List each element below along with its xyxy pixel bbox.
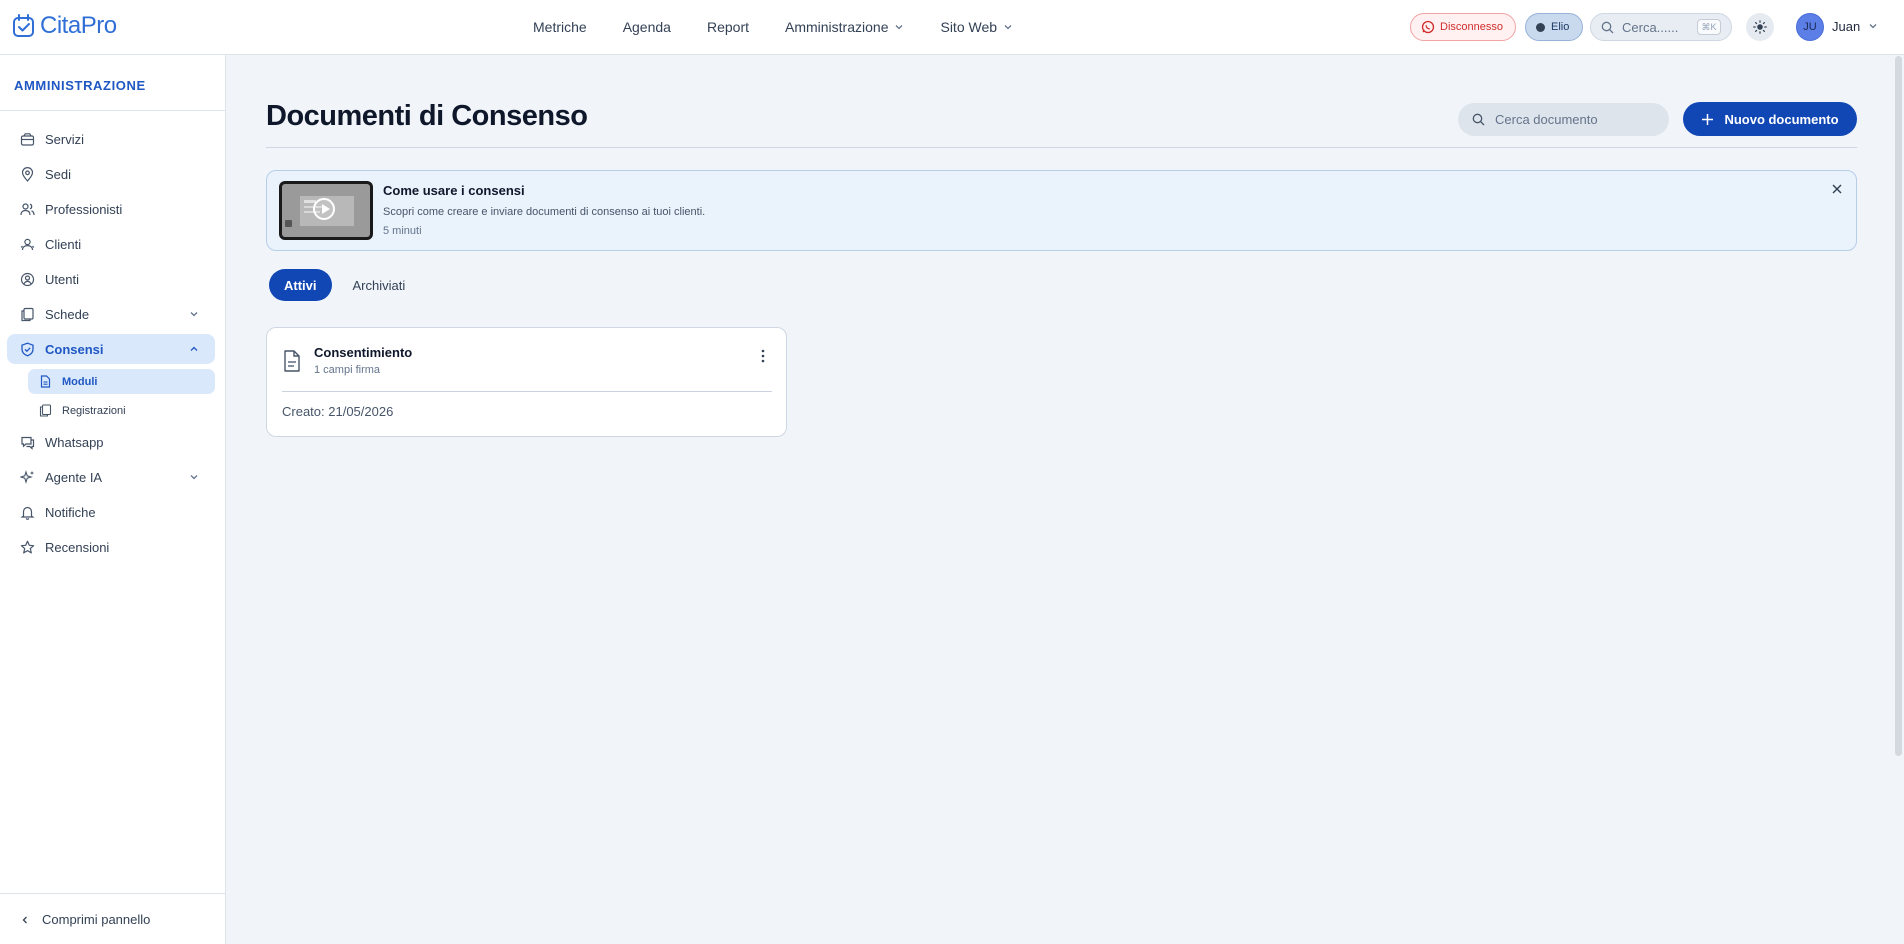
sidebar-subitem-moduli[interactable]: Moduli — [28, 369, 215, 394]
document-icon — [40, 375, 51, 388]
sidebar-item-schede[interactable]: Schede — [7, 299, 215, 329]
chat-icon — [21, 436, 35, 450]
search-icon — [1472, 113, 1485, 126]
document-signature-count: 1 campi firma — [314, 364, 381, 376]
banner-description: Scopri come creare e inviare documenti d… — [383, 206, 706, 218]
sidebar-item-notifiche[interactable]: Notifiche — [7, 497, 215, 527]
search-shortcut: ⌘K — [1697, 19, 1721, 35]
video-thumbnail[interactable] — [279, 181, 373, 240]
new-document-button[interactable]: Nuovo documento — [1683, 102, 1857, 136]
document-title: Consentimiento — [314, 345, 413, 360]
nav-amministrazione[interactable]: Amministrazione — [785, 19, 904, 35]
clients-icon — [20, 238, 35, 250]
nav-report[interactable]: Report — [707, 19, 749, 35]
chevron-down-icon — [190, 312, 198, 317]
banner-duration: 5 minuti — [383, 225, 422, 237]
divider — [0, 893, 225, 894]
map-pin-icon — [21, 166, 34, 182]
sidebar: AMMINISTRAZIONE Servizi Sedi Professioni… — [0, 55, 226, 944]
sidebar-item-servizi[interactable]: Servizi — [7, 124, 215, 154]
plus-icon — [1702, 113, 1714, 125]
page-title: Documenti di Consenso — [266, 100, 588, 132]
global-search-input[interactable]: Cerca...... ⌘K — [1590, 13, 1732, 41]
sun-icon — [1753, 20, 1767, 34]
chevron-down-icon — [896, 25, 903, 30]
tab-archiviati[interactable]: Archiviati — [338, 269, 421, 301]
collapse-sidebar-button[interactable]: Comprimi pannello — [20, 912, 150, 927]
whatsapp-icon — [1421, 20, 1435, 34]
sparkles-icon — [20, 469, 34, 484]
sidebar-item-whatsapp[interactable]: Whatsapp — [7, 427, 215, 457]
calendar-check-icon — [13, 14, 34, 37]
divider — [266, 147, 1857, 148]
divider — [282, 391, 772, 392]
document-tabs: Attivi Archiviati — [269, 269, 420, 301]
chevron-down-icon — [190, 475, 198, 480]
chevron-left-icon — [22, 916, 27, 923]
nav-agenda[interactable]: Agenda — [623, 19, 671, 35]
whatsapp-status-badge[interactable]: Disconnesso — [1410, 13, 1516, 41]
nav-metriche[interactable]: Metriche — [533, 19, 587, 35]
sidebar-title: AMMINISTRAZIONE — [14, 78, 146, 93]
chevron-down-icon[interactable] — [1868, 21, 1878, 31]
box-icon — [20, 132, 35, 146]
close-icon[interactable] — [1830, 182, 1844, 196]
user-name[interactable]: Juan — [1832, 19, 1860, 34]
sidebar-item-utenti[interactable]: Utenti — [7, 264, 215, 294]
document-card[interactable]: Consentimiento 1 campi firma Creato: 21/… — [266, 327, 787, 437]
sidebar-item-recensioni[interactable]: Recensioni — [7, 532, 215, 562]
document-search-input[interactable]: Cerca documento — [1458, 103, 1669, 136]
user-circle-icon — [20, 272, 35, 286]
chevron-up-icon — [190, 346, 198, 351]
more-vertical-icon[interactable] — [760, 348, 766, 364]
agent-badge[interactable]: Elio — [1525, 13, 1583, 41]
banner-title: Come usare i consensi — [383, 183, 525, 198]
tab-attivi[interactable]: Attivi — [269, 269, 332, 301]
bell-icon — [20, 506, 35, 520]
sidebar-item-consensi[interactable]: Consensi — [7, 334, 215, 364]
star-icon — [20, 540, 35, 553]
avatar[interactable]: JU — [1796, 13, 1824, 41]
top-bar: CitaPro Metriche Agenda Report Amministr… — [0, 0, 1904, 55]
files-icon — [21, 307, 34, 321]
sidebar-item-professionisti[interactable]: Professionisti — [7, 194, 215, 224]
play-icon — [313, 198, 335, 220]
chevron-down-icon — [1004, 25, 1012, 30]
brand-logo[interactable]: CitaPro — [12, 12, 117, 40]
shield-check-icon — [21, 342, 34, 356]
tutorial-banner: Come usare i consensi Scopri come creare… — [266, 170, 1857, 251]
bot-icon — [1536, 22, 1545, 32]
sidebar-item-agente-ia[interactable]: Agente IA — [7, 462, 215, 492]
divider — [0, 110, 225, 111]
nav-sito-web[interactable]: Sito Web — [940, 19, 1013, 35]
sidebar-subitem-registrazioni[interactable]: Registrazioni — [28, 398, 215, 423]
page-scrollbar[interactable] — [1895, 56, 1902, 756]
sidebar-item-sedi[interactable]: Sedi — [7, 159, 215, 189]
document-icon — [284, 350, 300, 372]
search-icon — [1601, 21, 1614, 33]
sidebar-item-clienti[interactable]: Clienti — [7, 229, 215, 259]
theme-toggle-button[interactable] — [1746, 13, 1774, 41]
brand-name: CitaPro — [40, 12, 117, 39]
document-created-date: Creato: 21/05/2026 — [282, 404, 394, 419]
users-icon — [20, 202, 35, 215]
main-nav: Metriche Agenda Report Amministrazione S… — [533, 0, 1013, 54]
records-icon — [39, 404, 52, 417]
